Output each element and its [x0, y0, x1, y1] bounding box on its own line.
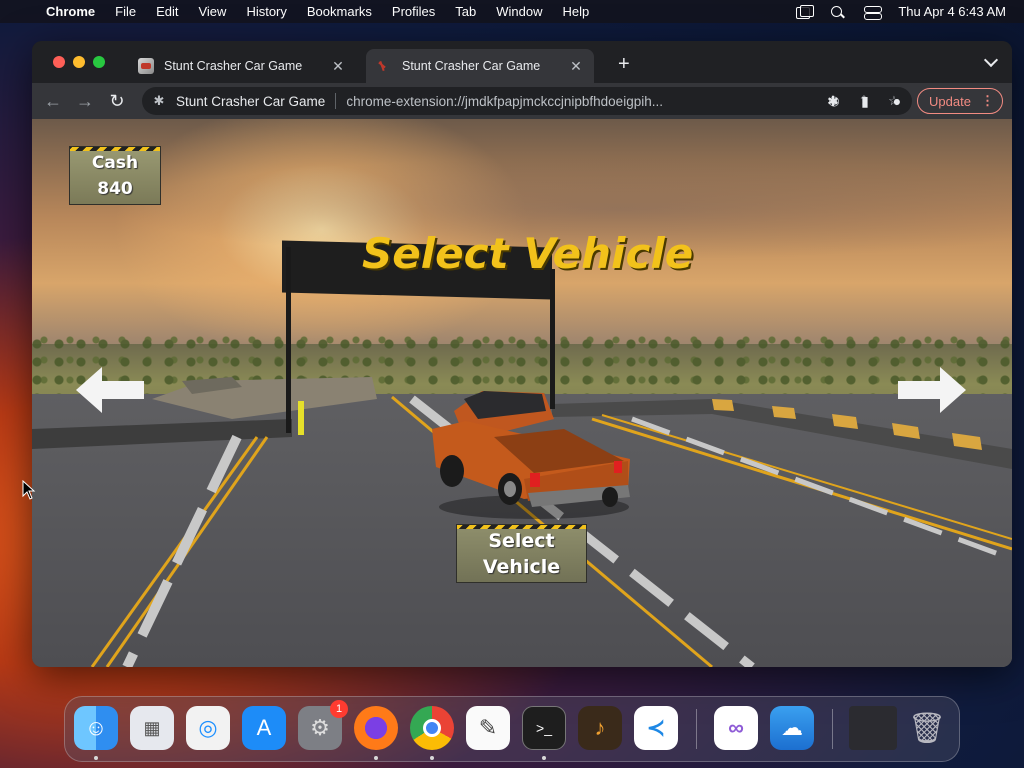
update-button[interactable]: Update ⋮: [917, 88, 1003, 114]
address-bar[interactable]: ✱ Stunt Crasher Car Game chrome-extensio…: [142, 87, 912, 115]
dock: ☺ ▦ ◎ A ⚙ 1 ✎ >_ ♪ ≺ ∞ ☁ 🗑: [64, 696, 960, 762]
menu-bookmarks[interactable]: Bookmarks: [307, 4, 372, 19]
menu-bar: Chrome File Edit View History Bookmarks …: [0, 0, 1024, 23]
tab-stunt-crasher-1[interactable]: Stunt Crasher Car Game ✕: [128, 49, 356, 83]
omnibox-separator: [335, 93, 337, 109]
omnibox-site-name: Stunt Crasher Car Game: [176, 93, 326, 109]
menu-profiles[interactable]: Profiles: [392, 4, 435, 19]
profile-avatar-icon[interactable]: ●: [888, 92, 906, 110]
select-vehicle-button[interactable]: Select Vehicle: [456, 524, 587, 583]
hazard-stripe: [70, 147, 160, 151]
control-center-icon[interactable]: [864, 5, 883, 20]
tab-stunt-crasher-2[interactable]: Stunt Crasher Car Game ✕: [366, 49, 594, 83]
system-settings-icon[interactable]: ⚙ 1: [298, 700, 348, 750]
arch-post-right: [550, 269, 555, 409]
notification-badge: 1: [330, 700, 348, 718]
menu-edit[interactable]: Edit: [156, 4, 178, 19]
tab-close-icon[interactable]: ✕: [568, 58, 584, 75]
running-indicator: [542, 756, 546, 760]
vehicle-preview-truck: [432, 391, 630, 519]
running-indicator: [374, 756, 378, 760]
back-arrow-icon[interactable]: ←: [43, 91, 63, 111]
weather-icon[interactable]: ☁: [770, 706, 814, 750]
chrome-icon[interactable]: [410, 706, 454, 750]
menu-tab[interactable]: Tab: [455, 4, 476, 19]
tab-title: Stunt Crasher Car Game: [164, 59, 303, 73]
new-tab-button[interactable]: +: [618, 54, 630, 74]
menu-help[interactable]: Help: [563, 4, 590, 19]
game-favicon-icon: [138, 58, 154, 74]
launchpad-icon[interactable]: ▦: [130, 706, 174, 750]
firefox-icon[interactable]: [354, 706, 398, 750]
omnibox-url[interactable]: chrome-extension://jmdkfpapjmckccjnipbfh…: [346, 94, 812, 109]
close-window-button[interactable]: [53, 56, 65, 68]
app-store-icon[interactable]: A: [242, 706, 286, 750]
extension-favicon-icon: [376, 58, 392, 74]
tab-title: Stunt Crasher Car Game: [402, 59, 541, 73]
menu-app-name[interactable]: Chrome: [46, 4, 95, 19]
tab-strip: Stunt Crasher Car Game ✕ Stunt Crasher C…: [32, 41, 1012, 83]
search-icon[interactable]: [830, 5, 846, 19]
mouse-cursor-icon: [22, 480, 36, 500]
dock-separator: [696, 709, 697, 749]
finder-icon[interactable]: ☺: [74, 706, 118, 750]
cash-label: Cash: [91, 153, 139, 173]
tab-close-icon[interactable]: ✕: [330, 58, 346, 75]
screen-mirroring-icon[interactable]: [796, 4, 815, 19]
previous-vehicle-arrow-icon[interactable]: [76, 367, 144, 413]
visual-studio-icon[interactable]: ∞: [714, 706, 758, 750]
menu-file[interactable]: File: [115, 4, 136, 19]
running-indicator: [94, 756, 98, 760]
zoom-window-button[interactable]: [93, 56, 105, 68]
kebab-menu-icon[interactable]: ⋮: [981, 93, 994, 109]
select-button-line1: Select: [488, 530, 555, 552]
cash-value: 840: [97, 179, 133, 199]
terminal-icon[interactable]: >_: [522, 706, 566, 750]
browser-window: Stunt Crasher Car Game ✕ Stunt Crasher C…: [32, 41, 1012, 667]
hazard-stripe: [457, 525, 586, 529]
browser-toolbar: ← → ↻ ✱ Stunt Crasher Car Game chrome-ex…: [32, 83, 1012, 119]
arch-post-left: [286, 247, 291, 433]
select-vehicle-title: Select Vehicle: [362, 229, 694, 278]
game-canvas[interactable]: Select Vehicle Cash 840 Select Vehicle: [32, 119, 1012, 667]
textedit-icon[interactable]: ✎: [466, 706, 510, 750]
next-vehicle-arrow-icon[interactable]: [898, 367, 966, 413]
select-button-line2: Vehicle: [482, 556, 561, 578]
minimize-window-button[interactable]: [73, 56, 85, 68]
menu-view[interactable]: View: [198, 4, 226, 19]
menu-window[interactable]: Window: [496, 4, 542, 19]
running-indicator: [430, 756, 434, 760]
extension-puzzle-icon: ✱: [153, 93, 165, 108]
dock-separator: [832, 709, 833, 749]
menubar-clock[interactable]: Thu Apr 4 6:43 AM: [898, 4, 1006, 19]
tab-search-chevron-icon[interactable]: [983, 52, 999, 68]
vscode-icon[interactable]: ≺: [634, 706, 678, 750]
garageband-icon[interactable]: ♪: [578, 706, 622, 750]
cash-panel: Cash 840: [69, 146, 161, 205]
safari-icon[interactable]: ◎: [186, 706, 230, 750]
reload-icon[interactable]: ↻: [107, 91, 127, 111]
extensions-puzzle-icon[interactable]: ✱: [824, 92, 842, 110]
side-panel-icon[interactable]: ▮: [856, 92, 874, 110]
update-label: Update: [929, 93, 971, 109]
menu-history[interactable]: History: [246, 4, 286, 19]
minimized-window-icon[interactable]: [849, 706, 897, 750]
trash-icon[interactable]: 🗑: [905, 706, 949, 750]
forward-arrow-icon[interactable]: →: [75, 91, 95, 111]
